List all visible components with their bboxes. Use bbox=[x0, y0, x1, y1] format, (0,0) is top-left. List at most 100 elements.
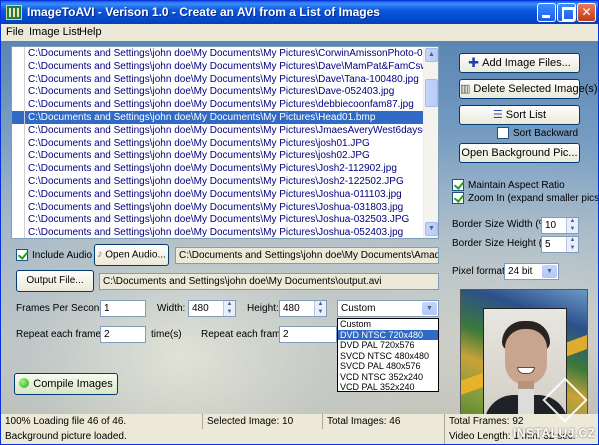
vertical-scrollbar[interactable]: ▲ ▼ bbox=[423, 47, 438, 238]
maintain-aspect-box[interactable] bbox=[452, 179, 464, 191]
sort-icon: ☰ bbox=[492, 109, 503, 122]
zoom-in-box[interactable] bbox=[452, 192, 464, 204]
maintain-aspect-checkbox[interactable]: Maintain Aspect Ratio bbox=[452, 179, 565, 191]
main-area: C:\Documents and Settings\john doe\My Do… bbox=[1, 41, 599, 444]
maximize-button[interactable] bbox=[557, 3, 576, 22]
app-window: ImageToAVI - Verison 1.0 - Create an AVI… bbox=[0, 0, 599, 445]
pixel-format-label: Pixel format: bbox=[452, 266, 508, 277]
minimize-button[interactable] bbox=[537, 3, 556, 22]
open-background-button[interactable]: Open Background Pic... bbox=[459, 143, 580, 163]
preset-option[interactable]: SVCD PAL 480x576 bbox=[338, 361, 438, 372]
height-spinner[interactable]: ▲ ▼ bbox=[314, 301, 326, 316]
pixel-format-select[interactable]: 24 bit ▼ bbox=[504, 263, 559, 280]
go-icon bbox=[19, 378, 30, 388]
open-audio-button[interactable]: ♪ Open Audio... bbox=[94, 244, 169, 266]
list-item[interactable]: C:\Documents and Settings\john doe\My Do… bbox=[12, 59, 424, 73]
close-button[interactable]: ✕ bbox=[577, 3, 596, 22]
status-total-images: Total Images: 46 bbox=[322, 414, 444, 429]
menu-file[interactable]: File bbox=[6, 26, 24, 38]
sort-list-label: Sort List bbox=[505, 109, 547, 121]
watermark-text: INSTALUJ.CZ bbox=[513, 426, 596, 440]
trash-icon: ▥ bbox=[460, 83, 471, 96]
scroll-down-icon[interactable]: ▼ bbox=[425, 222, 438, 236]
status-bar-top: 100% Loading file 46 of 46. Selected Ima… bbox=[1, 414, 598, 429]
zoom-in-checkbox[interactable]: Zoom In (expand smaller pics) bbox=[452, 192, 599, 204]
preset-option[interactable]: VCD PAL 352x240 bbox=[338, 382, 438, 393]
scroll-thumb[interactable] bbox=[425, 79, 438, 107]
list-item[interactable]: C:\Documents and Settings\john doe\My Do… bbox=[12, 47, 424, 60]
status-bar-bottom: Background picture loaded. Video Length:… bbox=[1, 429, 598, 444]
preset-value: Custom bbox=[341, 303, 376, 314]
repeat-field[interactable]: 2 bbox=[100, 326, 146, 343]
include-audio-label: Include Audio bbox=[32, 249, 93, 261]
preset-option[interactable]: DVD NTSC 720x480 bbox=[338, 329, 438, 340]
sort-backward-label: Sort Backward bbox=[513, 127, 579, 139]
border-width-label: Border Size Width (%) bbox=[452, 219, 551, 230]
preset-dropdown-list[interactable]: Custom DVD NTSC 720x480 DVD PAL 720x576 … bbox=[337, 318, 439, 392]
list-item[interactable]: C:\Documents and Settings\john doe\My Do… bbox=[12, 149, 424, 163]
list-item[interactable]: C:\Documents and Settings\john doe\My Do… bbox=[12, 123, 424, 137]
border-width-value: 10 bbox=[545, 220, 557, 231]
fps-label: Frames Per Second: bbox=[16, 303, 108, 314]
include-audio-checkbox[interactable]: Include Audio bbox=[16, 249, 92, 261]
height-label: Height: bbox=[247, 303, 279, 314]
menu-bar: File Image List Help bbox=[1, 24, 598, 41]
list-item[interactable]: C:\Documents and Settings\john doe\My Do… bbox=[12, 213, 424, 227]
border-width-spinner[interactable]: ▲ ▼ bbox=[566, 218, 578, 233]
compile-images-button[interactable]: Compile Images bbox=[14, 373, 118, 395]
repeat2-field[interactable]: 2 bbox=[279, 326, 337, 343]
maintain-aspect-label: Maintain Aspect Ratio bbox=[468, 179, 565, 191]
times-label: time(s) bbox=[151, 329, 182, 340]
list-item[interactable]: C:\Documents and Settings\john doe\My Do… bbox=[12, 85, 424, 99]
repeat-label: Repeat each frame bbox=[16, 329, 102, 340]
title-bar[interactable]: ImageToAVI - Verison 1.0 - Create an AVI… bbox=[1, 1, 598, 24]
list-item[interactable]: C:\Documents and Settings\john doe\My Do… bbox=[12, 175, 424, 188]
chevron-down-icon[interactable]: ▼ bbox=[542, 265, 557, 278]
fps-field[interactable]: 1 bbox=[100, 300, 146, 317]
status-selected: Selected Image: 10 bbox=[202, 414, 322, 429]
list-item[interactable]: C:\Documents and Settings\john doe\My Do… bbox=[12, 200, 424, 214]
list-item[interactable]: C:\Documents and Settings\john doe\My Do… bbox=[12, 162, 424, 176]
open-audio-label: Open Audio... bbox=[105, 249, 166, 261]
audio-path-field[interactable]: C:\Documents and Settings\john doe\My Do… bbox=[175, 247, 439, 264]
status-loading: 100% Loading file 46 of 46. bbox=[5, 416, 127, 427]
add-image-files-button[interactable]: ✚ Add Image Files... bbox=[459, 53, 580, 73]
sort-backward-checkbox[interactable]: Sort Backward bbox=[497, 127, 578, 139]
status-background: Background picture loaded. bbox=[5, 431, 127, 442]
chevron-down-icon[interactable]: ▼ bbox=[422, 302, 437, 315]
list-item[interactable]: C:\Documents and Settings\john doe\My Do… bbox=[12, 72, 424, 86]
border-height-label: Border Size Height (%) bbox=[452, 238, 555, 249]
plus-icon: ✚ bbox=[468, 55, 480, 71]
film-icon bbox=[6, 5, 22, 20]
delete-selected-button[interactable]: ▥ Delete Selected Image(s) bbox=[459, 79, 598, 99]
sort-backward-box[interactable] bbox=[497, 127, 509, 139]
preset-select[interactable]: Custom ▼ bbox=[337, 300, 439, 317]
width-spinner[interactable]: ▲ ▼ bbox=[223, 301, 235, 316]
speaker-icon: ♪ bbox=[97, 249, 103, 260]
image-list[interactable]: C:\Documents and Settings\john doe\My Do… bbox=[11, 46, 439, 239]
preset-option[interactable]: SVCD NTSC 480x480 bbox=[338, 351, 438, 362]
output-path-field[interactable]: C:\Documents and Settings\john doe\My Do… bbox=[99, 273, 439, 290]
menu-help[interactable]: Help bbox=[79, 26, 102, 38]
height-value: 480 bbox=[283, 303, 300, 314]
include-audio-box[interactable] bbox=[16, 249, 28, 261]
list-item[interactable]: C:\Documents and Settings\john doe\My Do… bbox=[12, 111, 424, 124]
preset-option[interactable]: VCD NTSC 352x240 bbox=[338, 372, 438, 383]
repeat2-label: Repeat each frame bbox=[201, 329, 287, 340]
width-value: 480 bbox=[192, 303, 209, 314]
add-image-files-label: Add Image Files... bbox=[482, 57, 571, 69]
preset-option[interactable]: Custom bbox=[338, 319, 438, 330]
compile-images-label: Compile Images bbox=[33, 378, 113, 390]
menu-image-list[interactable]: Image List bbox=[29, 26, 80, 38]
preset-option[interactable]: DVD PAL 720x576 bbox=[338, 340, 438, 351]
scroll-up-icon[interactable]: ▲ bbox=[425, 48, 438, 62]
window-title: ImageToAVI - Verison 1.0 - Create an AVI… bbox=[27, 5, 380, 19]
zoom-in-label: Zoom In (expand smaller pics) bbox=[468, 192, 599, 204]
list-item[interactable]: C:\Documents and Settings\john doe\My Do… bbox=[12, 98, 424, 112]
output-file-button[interactable]: Output File... bbox=[16, 270, 94, 292]
sort-list-button[interactable]: ☰ Sort List bbox=[459, 105, 580, 125]
list-item[interactable]: C:\Documents and Settings\john doe\My Do… bbox=[12, 226, 424, 238]
border-height-spinner[interactable]: ▲ ▼ bbox=[566, 237, 578, 252]
list-item[interactable]: C:\Documents and Settings\john doe\My Do… bbox=[12, 187, 424, 201]
list-item[interactable]: C:\Documents and Settings\john doe\My Do… bbox=[12, 136, 424, 150]
